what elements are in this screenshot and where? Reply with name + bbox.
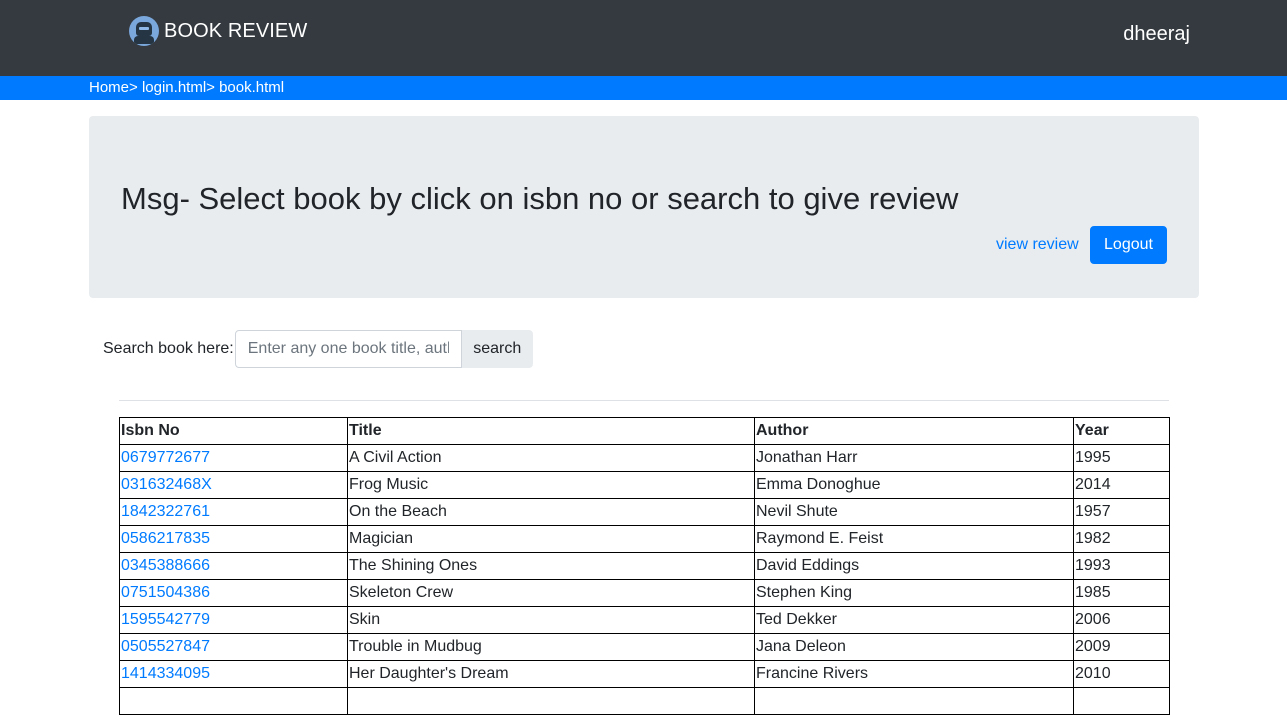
book-title: Frog Music [347, 471, 755, 499]
book-author: Jana Deleon [754, 633, 1074, 661]
table-row: 0679772677 A Civil Action Jonathan Harr … [119, 444, 1170, 472]
book-year: 1995 [1073, 444, 1170, 472]
book-author: Stephen King [754, 579, 1074, 607]
column-header-title: Title [347, 417, 755, 445]
page-message: Msg- Select book by click on isbn no or … [121, 181, 959, 216]
divider [119, 400, 1169, 401]
isbn-link[interactable]: 031632468X [121, 476, 212, 493]
books-table: Isbn No Title Author Year 0679772677 A C… [119, 417, 1170, 715]
isbn-link[interactable]: 0345388666 [121, 557, 210, 574]
breadcrumb-home[interactable]: Home> [89, 79, 138, 96]
book-author: David Eddings [754, 552, 1074, 580]
search-form: Search book here: search [103, 330, 533, 368]
logout-button[interactable]: Logout [1090, 226, 1167, 264]
username[interactable]: dheeraj [1123, 23, 1190, 46]
book-year: 2006 [1073, 606, 1170, 634]
book-title: Skin [347, 606, 755, 634]
message-jumbotron: Msg- Select book by click on isbn no or … [89, 116, 1199, 298]
table-header-row: Isbn No Title Author Year [119, 417, 1170, 445]
book-author [754, 687, 1074, 715]
book-year: 1993 [1073, 552, 1170, 580]
brand[interactable]: BOOK REVIEW [129, 16, 307, 46]
book-author: Raymond E. Feist [754, 525, 1074, 553]
robot-avatar-icon [129, 16, 159, 46]
book-year: 2009 [1073, 633, 1170, 661]
book-author: Francine Rivers [754, 660, 1074, 688]
book-author: Nevil Shute [754, 498, 1074, 526]
table-row: 0505527847 Trouble in Mudbug Jana Deleon… [119, 633, 1170, 661]
book-author: Jonathan Harr [754, 444, 1074, 472]
book-year: 2010 [1073, 660, 1170, 688]
table-row: 1842322761 On the Beach Nevil Shute 1957 [119, 498, 1170, 526]
isbn-link[interactable]: 1414334095 [121, 665, 210, 682]
view-review-link[interactable]: view review [996, 236, 1079, 254]
table-row: 1595542779 Skin Ted Dekker 2006 [119, 606, 1170, 634]
book-title [347, 687, 755, 715]
book-year: 1985 [1073, 579, 1170, 607]
isbn-link[interactable]: 1842322761 [121, 503, 210, 520]
book-title: A Civil Action [347, 444, 755, 472]
breadcrumb-book[interactable]: book.html [219, 79, 284, 96]
book-title: Trouble in Mudbug [347, 633, 755, 661]
isbn-link[interactable]: 0679772677 [121, 449, 210, 466]
book-title: Magician [347, 525, 755, 553]
isbn-link[interactable]: 0586217835 [121, 530, 210, 547]
breadcrumb-login[interactable]: login.html> [142, 79, 215, 96]
top-navbar: BOOK REVIEW dheeraj [0, 0, 1287, 76]
brand-title: BOOK REVIEW [164, 19, 308, 42]
book-year: 1957 [1073, 498, 1170, 526]
search-button[interactable]: search [461, 330, 533, 368]
table-row: 0345388666 The Shining Ones David Edding… [119, 552, 1170, 580]
search-label: Search book here: [103, 340, 234, 357]
column-header-year: Year [1073, 417, 1170, 445]
isbn-link[interactable]: 1595542779 [121, 611, 210, 628]
book-author: Emma Donoghue [754, 471, 1074, 499]
table-row: 0586217835 Magician Raymond E. Feist 198… [119, 525, 1170, 553]
column-header-isbn: Isbn No [119, 417, 348, 445]
book-author: Ted Dekker [754, 606, 1074, 634]
table-row [119, 687, 1170, 715]
isbn-link[interactable]: 0751504386 [121, 584, 210, 601]
breadcrumb: Home> login.html> book.html [0, 76, 1287, 100]
book-year: 2014 [1073, 471, 1170, 499]
isbn-link[interactable]: 0505527847 [121, 638, 210, 655]
search-input[interactable] [234, 330, 462, 368]
column-header-author: Author [754, 417, 1074, 445]
book-year [1073, 687, 1170, 715]
book-year: 1982 [1073, 525, 1170, 553]
book-title: The Shining Ones [347, 552, 755, 580]
book-title: On the Beach [347, 498, 755, 526]
book-title: Her Daughter's Dream [347, 660, 755, 688]
table-row: 1414334095 Her Daughter's Dream Francine… [119, 660, 1170, 688]
table-row: 0751504386 Skeleton Crew Stephen King 19… [119, 579, 1170, 607]
book-title: Skeleton Crew [347, 579, 755, 607]
table-row: 031632468X Frog Music Emma Donoghue 2014 [119, 471, 1170, 499]
